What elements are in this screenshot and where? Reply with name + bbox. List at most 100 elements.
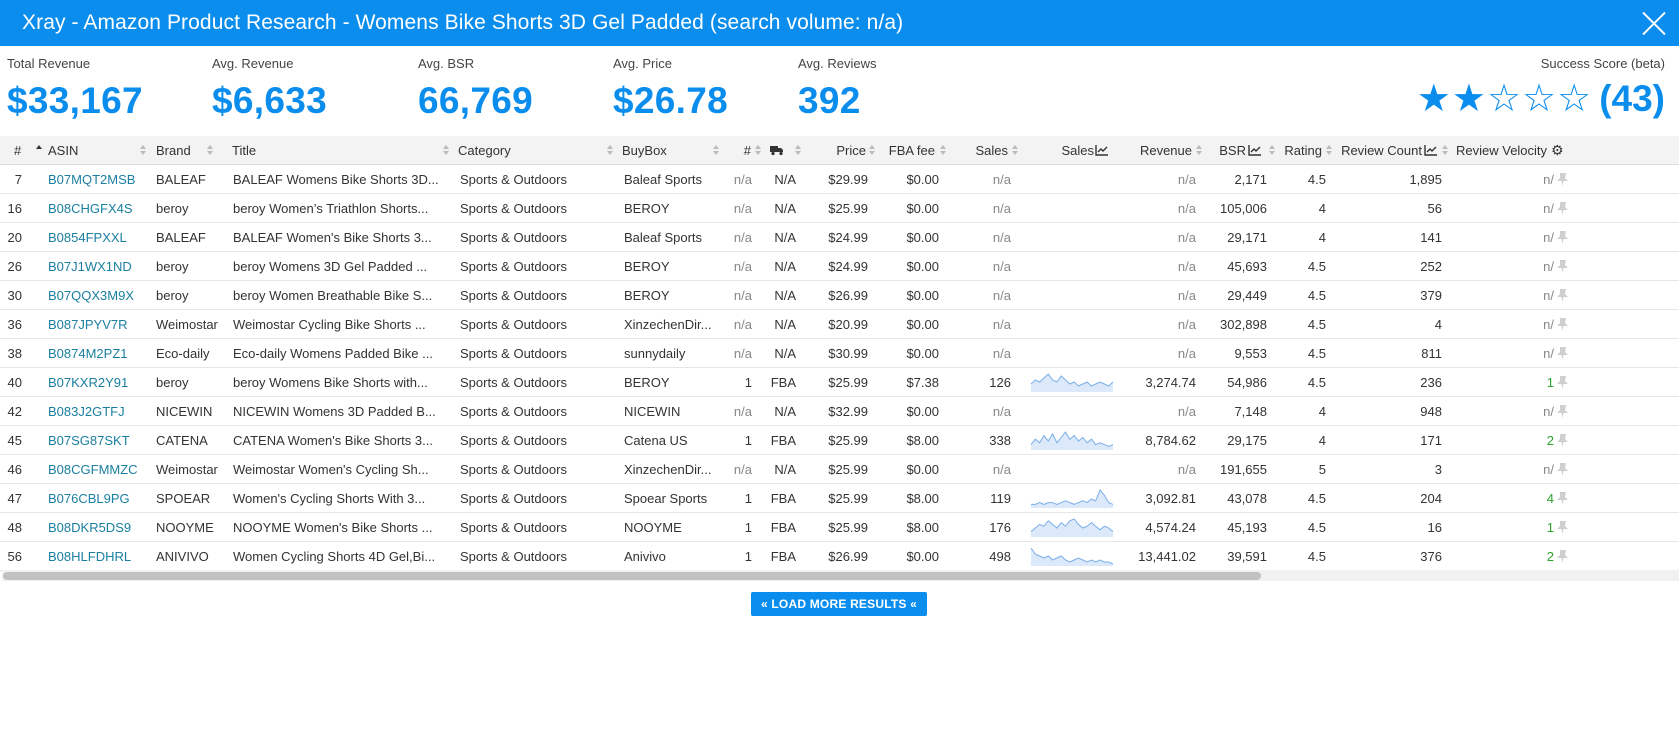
- sort-icon[interactable]: [1196, 145, 1203, 156]
- gear-icon[interactable]: ⚙: [1551, 136, 1565, 165]
- pin-icon[interactable]: [1556, 375, 1569, 390]
- scrollbar-thumb[interactable]: [3, 572, 1261, 580]
- pin-icon[interactable]: [1556, 549, 1569, 564]
- pin-icon[interactable]: [1556, 317, 1569, 332]
- table-row[interactable]: 45 B07SG87SKT CATENA CATENA Women's Bike Sh…: [0, 426, 1679, 455]
- horizontal-scrollbar[interactable]: [2, 570, 1679, 581]
- table-row[interactable]: 7 B07MQT2MSB BALEAF BALEAF Womens Bike Shor…: [0, 165, 1679, 194]
- column-header-buybox[interactable]: BuyBox: [622, 136, 692, 165]
- sort-icon[interactable]: [1269, 145, 1276, 156]
- stat-label: Avg. BSR: [418, 56, 475, 71]
- column-header-asin[interactable]: ASIN: [48, 136, 108, 165]
- pin-icon[interactable]: [1556, 520, 1569, 535]
- column-header-bsr[interactable]: BSR: [1210, 136, 1246, 165]
- line-chart-icon[interactable]: [1248, 144, 1262, 156]
- cell-asin[interactable]: B07SG87SKT: [48, 426, 148, 455]
- cell-asin[interactable]: B08HLFDHRL: [48, 542, 148, 571]
- cell-asin[interactable]: B07KXR2Y91: [48, 368, 148, 397]
- cell-asin[interactable]: B076CBL9PG: [48, 484, 148, 513]
- cell-sellers: 1: [744, 375, 752, 390]
- cell-asin[interactable]: B0874M2PZ1: [48, 339, 148, 368]
- close-icon[interactable]: [1641, 10, 1667, 36]
- column-header-fulfillment[interactable]: [770, 136, 786, 165]
- table-row[interactable]: 42 B083J2GTFJ NICEWIN NICEWIN Womens 3D Pad…: [0, 397, 1679, 426]
- cell-asin[interactable]: B07J1WX1ND: [48, 252, 148, 281]
- sort-icon[interactable]: [869, 145, 876, 156]
- star-filled-icon: ★: [1416, 78, 1451, 120]
- line-chart-icon[interactable]: [1095, 144, 1109, 156]
- table-row[interactable]: 30 B07QQX3M9X beroy beroy Women Breathable …: [0, 281, 1679, 310]
- sort-icon[interactable]: [1326, 145, 1333, 156]
- stat-avg-revenue: Avg. Revenue $6,633: [212, 56, 327, 122]
- pin-icon[interactable]: [1556, 172, 1569, 187]
- cell-review-count: 4: [1434, 317, 1442, 332]
- sort-icon[interactable]: [940, 145, 947, 156]
- cell-asin[interactable]: B08DKR5DS9: [48, 513, 148, 542]
- pin-icon[interactable]: [1556, 346, 1569, 361]
- pin-icon[interactable]: [1556, 230, 1569, 245]
- sort-icon[interactable]: [36, 145, 43, 156]
- cell-num: 45: [7, 433, 22, 448]
- pin-icon[interactable]: [1556, 433, 1569, 448]
- sort-icon[interactable]: [1012, 145, 1019, 156]
- pin-icon[interactable]: [1556, 491, 1569, 506]
- cell-asin[interactable]: B083J2GTFJ: [48, 397, 148, 426]
- sort-icon[interactable]: [795, 145, 802, 156]
- cell-title: Women's Cycling Shorts With 3...: [233, 491, 426, 506]
- load-more-button[interactable]: « LOAD MORE RESULTS «: [751, 592, 927, 616]
- cell-num: 26: [7, 259, 22, 274]
- cell-bsr: 9,553: [1234, 346, 1267, 361]
- cell-fba-fee: $0.00: [906, 549, 939, 564]
- column-header-num[interactable]: #: [14, 136, 28, 165]
- success-score-label: Success Score (beta): [1540, 56, 1665, 71]
- sort-icon[interactable]: [607, 145, 614, 156]
- column-header-revenue[interactable]: Revenue: [1128, 136, 1192, 165]
- pin-icon[interactable]: [1556, 462, 1569, 477]
- cell-brand: BALEAF: [156, 230, 206, 245]
- cell-asin[interactable]: B08CGFMMZC: [48, 455, 148, 484]
- table-row[interactable]: 40 B07KXR2Y91 beroy beroy Womens Bike Short…: [0, 368, 1679, 397]
- pin-icon[interactable]: [1556, 288, 1569, 303]
- sort-icon[interactable]: [1442, 145, 1449, 156]
- cell-asin[interactable]: B08CHGFX4S: [48, 194, 148, 223]
- table-row[interactable]: 48 B08DKR5DS9 NOOYME NOOYME Women's Bike Sh…: [0, 513, 1679, 542]
- table-row[interactable]: 46 B08CGFMMZC Weimostar Weimostar Women's C…: [0, 455, 1679, 484]
- column-header-category[interactable]: Category: [458, 136, 538, 165]
- pin-icon[interactable]: [1556, 404, 1569, 419]
- cell-asin[interactable]: B07MQT2MSB: [48, 165, 148, 194]
- cell-asin[interactable]: B087JPYV7R: [48, 310, 148, 339]
- column-header-rating[interactable]: Rating: [1280, 136, 1322, 165]
- pin-icon[interactable]: [1556, 259, 1569, 274]
- column-header-sales[interactable]: Sales: [960, 136, 1008, 165]
- sparkline-area: [1031, 490, 1113, 508]
- sort-icon[interactable]: [443, 145, 450, 156]
- column-header-price[interactable]: Price: [820, 136, 866, 165]
- cell-num: 16: [7, 201, 22, 216]
- cell-asin[interactable]: B0854FPXXL: [48, 223, 148, 252]
- sort-icon[interactable]: [207, 145, 214, 156]
- column-header-review-velocity[interactable]: Review Velocity: [1456, 136, 1550, 165]
- column-header-title[interactable]: Title: [232, 136, 292, 165]
- pin-icon[interactable]: [1556, 201, 1569, 216]
- sort-icon[interactable]: [755, 145, 762, 156]
- table-row[interactable]: 38 B0874M2PZ1 Eco-daily Eco-daily Womens Pa…: [0, 339, 1679, 368]
- column-header-review-count[interactable]: Review Count: [1336, 136, 1422, 165]
- table-row[interactable]: 26 B07J1WX1ND beroy beroy Womens 3D Gel Pad…: [0, 252, 1679, 281]
- column-header-sales-chart[interactable]: Sales: [1050, 136, 1094, 165]
- column-header-fba-fee[interactable]: FBA fee: [885, 136, 935, 165]
- column-header-sellers[interactable]: #: [735, 136, 751, 165]
- table-row[interactable]: 36 B087JPYV7R Weimostar Weimostar Cycling B…: [0, 310, 1679, 339]
- cell-buybox: NOOYME: [624, 520, 682, 535]
- table-row[interactable]: 56 B08HLFDHRL ANIVIVO Women Cycling Shorts …: [0, 542, 1679, 571]
- line-chart-icon[interactable]: [1424, 144, 1438, 156]
- sort-icon[interactable]: [713, 145, 720, 156]
- cell-rating: 4.5: [1307, 375, 1326, 390]
- cell-fba-fee: $0.00: [906, 230, 939, 245]
- table-row[interactable]: 47 B076CBL9PG SPOEAR Women's Cycling Shorts…: [0, 484, 1679, 513]
- cell-asin[interactable]: B07QQX3M9X: [48, 281, 148, 310]
- sort-icon[interactable]: [140, 145, 147, 156]
- table-row[interactable]: 16 B08CHGFX4S beroy beroy Women’s Triathlon…: [0, 194, 1679, 223]
- cell-num: 38: [7, 346, 22, 361]
- cell-sales: n/a: [992, 317, 1011, 332]
- table-row[interactable]: 20 B0854FPXXL BALEAF BALEAF Women's Bike Sh…: [0, 223, 1679, 252]
